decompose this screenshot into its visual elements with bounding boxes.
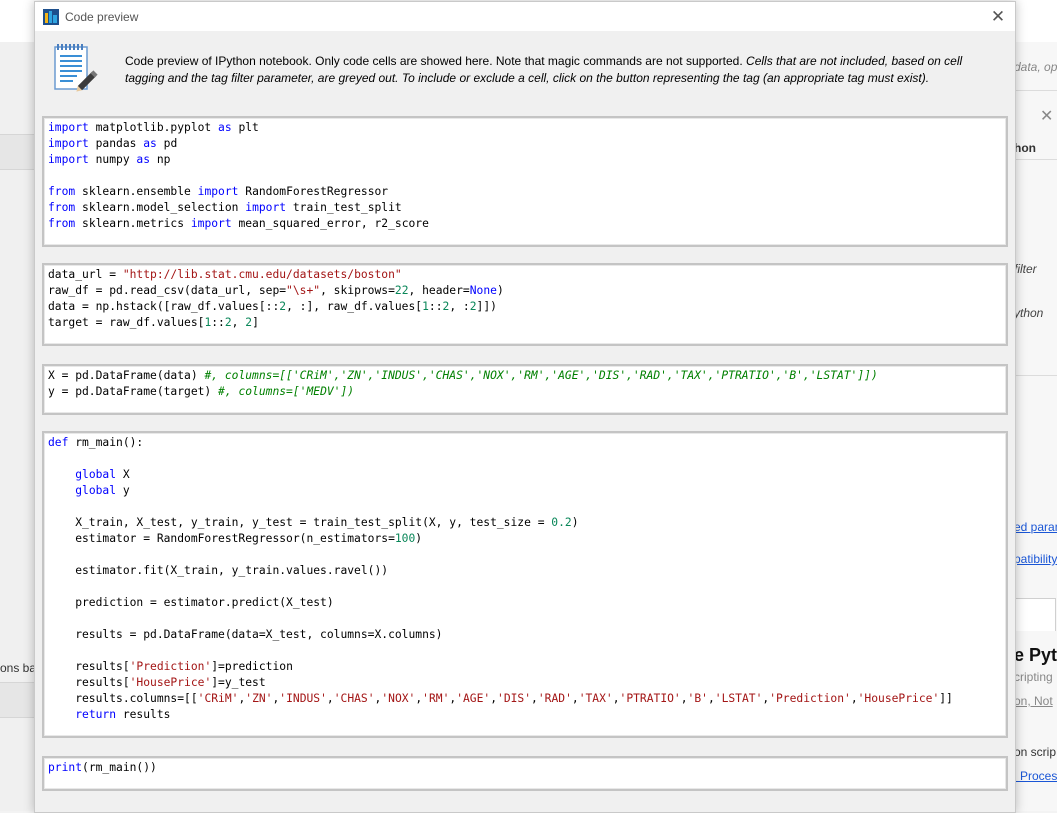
dialog-header: Code preview of IPython notebook. Only c… xyxy=(35,31,1015,109)
code-cell-source: def rm_main(): global X global y X_train… xyxy=(48,436,953,721)
app-logo-icon xyxy=(43,9,59,25)
background-separator xyxy=(1014,375,1057,376)
background-right-text: cripting xyxy=(1014,670,1053,684)
description-plain: Code preview of IPython notebook. Only c… xyxy=(125,54,743,68)
background-right-text: on scrip xyxy=(1014,745,1057,759)
code-cell[interactable]: print(rm_main()) xyxy=(42,756,1008,791)
background-app-left-panel: ons ba xyxy=(0,42,37,811)
code-cell-source: import matplotlib.pyplot as plt import p… xyxy=(48,121,429,230)
code-cell[interactable]: X = pd.DataFrame(data) #, columns=[['CRi… xyxy=(42,364,1008,415)
background-left-text: ons ba xyxy=(0,661,37,675)
dialog-titlebar[interactable]: Code preview ✕ xyxy=(35,2,1015,31)
code-cell[interactable]: def rm_main(): global X global y X_train… xyxy=(42,431,1008,738)
code-cell-source: print(rm_main()) xyxy=(48,761,157,774)
code-preview-dialog: Code preview ✕ Code preview of IPython n… xyxy=(34,1,1016,813)
background-separator xyxy=(1014,159,1057,160)
notebook-edit-icon xyxy=(54,44,98,92)
close-icon: ✕ xyxy=(990,7,1006,26)
background-tab[interactable] xyxy=(1014,598,1056,631)
background-right-link[interactable]: ed param xyxy=(1014,520,1057,534)
background-right-link[interactable]: on, Not xyxy=(1014,694,1053,708)
background-left-band xyxy=(0,134,34,170)
background-app-right-panel: data, ope ✕ hon filter ython ed param pa… xyxy=(1014,42,1057,811)
code-cell[interactable]: import matplotlib.pyplot as plt import p… xyxy=(42,116,1008,247)
background-right-link[interactable]: l Proces xyxy=(1014,769,1057,783)
background-right-heading: e Pyt xyxy=(1014,645,1057,665)
dialog-description: Code preview of IPython notebook. Only c… xyxy=(125,53,995,87)
code-cell-source: data_url = "http://lib.stat.cmu.edu/data… xyxy=(48,268,504,329)
background-right-text: hon xyxy=(1014,141,1036,155)
background-right-link[interactable]: patibility xyxy=(1014,552,1057,566)
background-right-text: data, ope xyxy=(1014,60,1057,74)
code-cell[interactable]: data_url = "http://lib.stat.cmu.edu/data… xyxy=(42,263,1008,346)
dialog-title: Code preview xyxy=(65,10,139,24)
background-right-text: filter xyxy=(1014,262,1037,276)
close-button[interactable]: ✕ xyxy=(987,6,1009,28)
code-cell-source: X = pd.DataFrame(data) #, columns=[['CRi… xyxy=(48,369,878,398)
background-left-band xyxy=(0,682,34,718)
background-close-icon: ✕ xyxy=(1040,108,1054,125)
background-right-text: ython xyxy=(1014,306,1044,320)
background-separator xyxy=(1014,90,1057,91)
